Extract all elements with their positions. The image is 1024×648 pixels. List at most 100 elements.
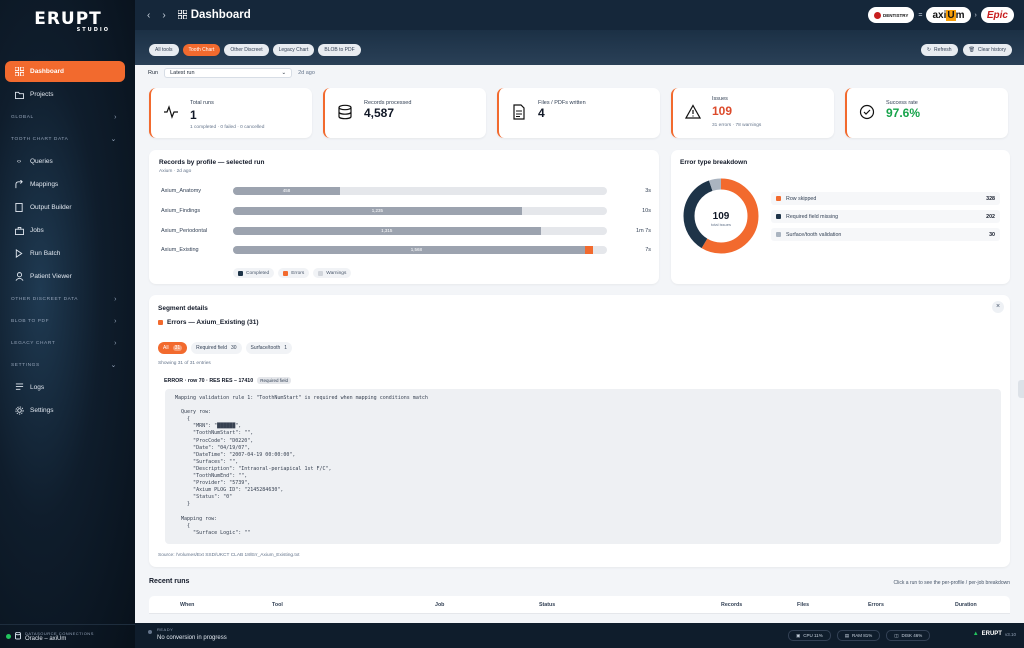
file-text-icon	[511, 104, 527, 120]
profile-duration: 10s	[642, 208, 651, 214]
chip-surface-tooth[interactable]: Surface/tooth 1	[245, 342, 293, 354]
kpi-records-processed[interactable]: Records processed 4,587	[323, 88, 486, 138]
tab-tooth-chart[interactable]: Tooth Chart	[182, 44, 221, 56]
sidebar-item-label: Jobs	[30, 227, 44, 234]
section-tooth-chart-data[interactable]: Tooth chart data ⌄	[0, 128, 135, 150]
chevron-right-icon: ›	[114, 317, 117, 325]
chip-required-field[interactable]: Required field 30	[191, 342, 242, 354]
sidebar-item-mappings[interactable]: Mappings	[0, 173, 135, 196]
legend-label: Errors	[291, 270, 305, 276]
column-header-job[interactable]: Job	[435, 602, 444, 608]
error-count: 30	[989, 231, 995, 238]
briefcase-icon	[14, 226, 24, 236]
sidebar-item-patient-viewer[interactable]: Patient Viewer	[0, 265, 135, 288]
section-settings[interactable]: Settings ⌄	[0, 354, 135, 376]
section-label: Legacy chart	[11, 340, 56, 346]
kpi-files-written[interactable]: Files / PDFs written 4	[497, 88, 660, 138]
user-icon	[14, 272, 24, 282]
chevron-down-icon: ⌄	[281, 70, 287, 76]
kpi-sub: 31 errors · 78 warnings	[712, 123, 762, 128]
error-source-path: Source: /Volumes/Ext SSD/UKCT CLAB 18/Er…	[158, 553, 300, 558]
sidebar-item-dashboard[interactable]: Dashboard	[5, 61, 125, 82]
datasource-connections[interactable]: Datasource connections Oracle – axiUm	[0, 624, 135, 648]
collapse-panel-handle[interactable]	[1018, 380, 1024, 398]
kpi-value: 109	[712, 104, 733, 118]
sidebar-item-run-batch[interactable]: Run Batch	[0, 242, 135, 265]
column-header-files[interactable]: Files	[797, 602, 809, 608]
kpi-success-rate[interactable]: Success rate 97.6%	[845, 88, 1008, 138]
column-header-errors[interactable]: Errors	[868, 602, 884, 608]
section-blob-to-pdf[interactable]: Blob to PDF ›	[0, 310, 135, 332]
section-label: Tooth chart data	[11, 136, 69, 142]
axium-mid: U	[946, 9, 956, 21]
tab-other-discreet[interactable]: Other Discreet	[224, 44, 269, 56]
chart-legend: Completed Errors Warnings	[233, 268, 352, 278]
refresh-icon: ↻	[926, 47, 932, 53]
column-header-duration[interactable]: Duration	[955, 602, 977, 608]
close-icon[interactable]: ×	[992, 301, 1004, 313]
warning-icon	[684, 104, 702, 120]
profile-bar-row[interactable]: Axium_Periodontal 1,315 1m 7s	[161, 226, 651, 236]
run-select[interactable]: Latest run ⌄	[164, 68, 293, 78]
kpi-value: 4,587	[364, 106, 395, 120]
epic-logo: Epic	[980, 7, 1014, 23]
axium-logo: axi Um	[926, 7, 971, 23]
profile-bar-row[interactable]: Axium_Findings 1,235 10s	[161, 206, 651, 216]
clear-history-label: Clear history	[977, 47, 1006, 53]
error-row-row-skipped[interactable]: Row skipped 328	[771, 192, 1000, 205]
app-logo[interactable]: ERUPT STUDIO	[22, 9, 114, 35]
chip-all[interactable]: All 31	[158, 342, 188, 354]
refresh-button[interactable]: ↻ Refresh	[920, 44, 958, 56]
sidebar-item-output-builder[interactable]: Output Builder	[0, 196, 135, 219]
sidebar-item-queries[interactable]: ‹› Queries	[0, 150, 135, 173]
chip-count: 1	[284, 345, 288, 351]
kpi-total-runs[interactable]: Total runs 1 1 completed · 0 failed · 0 …	[149, 88, 312, 138]
sidebar-item-jobs[interactable]: Jobs	[0, 219, 135, 242]
tab-all-tools[interactable]: All tools	[149, 44, 179, 56]
error-donut-chart[interactable]: 109 total issues	[679, 174, 763, 258]
grid-icon	[14, 67, 24, 77]
segment-details-card: Segment details × Errors — Axium_Existin…	[149, 295, 1010, 567]
clear-history-button[interactable]: 🗑 Clear history	[962, 44, 1012, 56]
tab-legacy-chart[interactable]: Legacy Chart	[272, 44, 315, 56]
chip-count: 31	[172, 345, 183, 351]
code-icon: ‹›	[16, 158, 22, 165]
bar-track: 458	[233, 187, 607, 195]
ram-value: RAM 81%	[851, 633, 873, 638]
donut-total: 109	[713, 211, 730, 222]
run-selector-row: Run Latest run ⌄ 2d ago	[148, 68, 315, 78]
profile-duration: 3s	[645, 188, 651, 194]
profile-bar-row[interactable]: Axium_Anatomy 458 3s	[161, 186, 651, 196]
kpi-sub: 1 completed · 0 failed · 0 cancelled	[190, 125, 265, 130]
card-meta: Axium · 2d ago	[159, 169, 192, 174]
tab-blob-to-pdf[interactable]: BLOB to PDF	[318, 44, 361, 56]
sidebar-item-projects[interactable]: Projects	[0, 83, 135, 106]
kpi-label: Issues	[712, 96, 728, 102]
error-row-surface-tooth[interactable]: Surface/tooth validation 30	[771, 228, 1000, 241]
back-arrow-icon[interactable]: ‹	[147, 10, 150, 21]
kpi-value: 1	[190, 108, 197, 122]
section-other-discreet-data[interactable]: Other discreet data ›	[0, 288, 135, 310]
error-detail-code[interactable]: Mapping validation rule 1: "ToothNumStar…	[165, 389, 1001, 544]
segment-filter-chips: All 31 Required field 30 Surface/tooth 1	[158, 342, 293, 354]
chevron-right-icon: ›	[974, 11, 977, 19]
forward-arrow-icon[interactable]: ›	[162, 10, 165, 21]
kpi-issues[interactable]: Issues 109 31 errors · 78 warnings	[671, 88, 834, 138]
card-title: Error type breakdown	[680, 159, 748, 166]
play-icon	[14, 249, 24, 259]
chip-label: Surface/tooth	[250, 345, 281, 351]
column-header-status[interactable]: Status	[539, 602, 555, 608]
cpu-meter: ▣ CPU 11%	[788, 630, 831, 641]
error-row-required-field[interactable]: Required field missing 202	[771, 210, 1000, 223]
recent-runs-table-header: When Tool Job Status Records Files Error…	[149, 596, 1010, 614]
section-global[interactable]: Global ›	[0, 106, 135, 128]
column-header-tool[interactable]: Tool	[272, 602, 283, 608]
sidebar-item-logs[interactable]: Logs	[0, 376, 135, 399]
sidebar-item-settings[interactable]: Settings	[0, 399, 135, 422]
column-header-records[interactable]: Records	[721, 602, 742, 608]
section-legacy-chart[interactable]: Legacy chart ›	[0, 332, 135, 354]
profile-bar-row[interactable]: Axium_Existing 1,568 7s	[161, 245, 651, 255]
chevron-right-icon: ›	[114, 295, 117, 303]
main-content: Run Latest run ⌄ 2d ago Total runs 1 1 c…	[135, 65, 1024, 623]
column-header-when[interactable]: When	[180, 602, 194, 608]
